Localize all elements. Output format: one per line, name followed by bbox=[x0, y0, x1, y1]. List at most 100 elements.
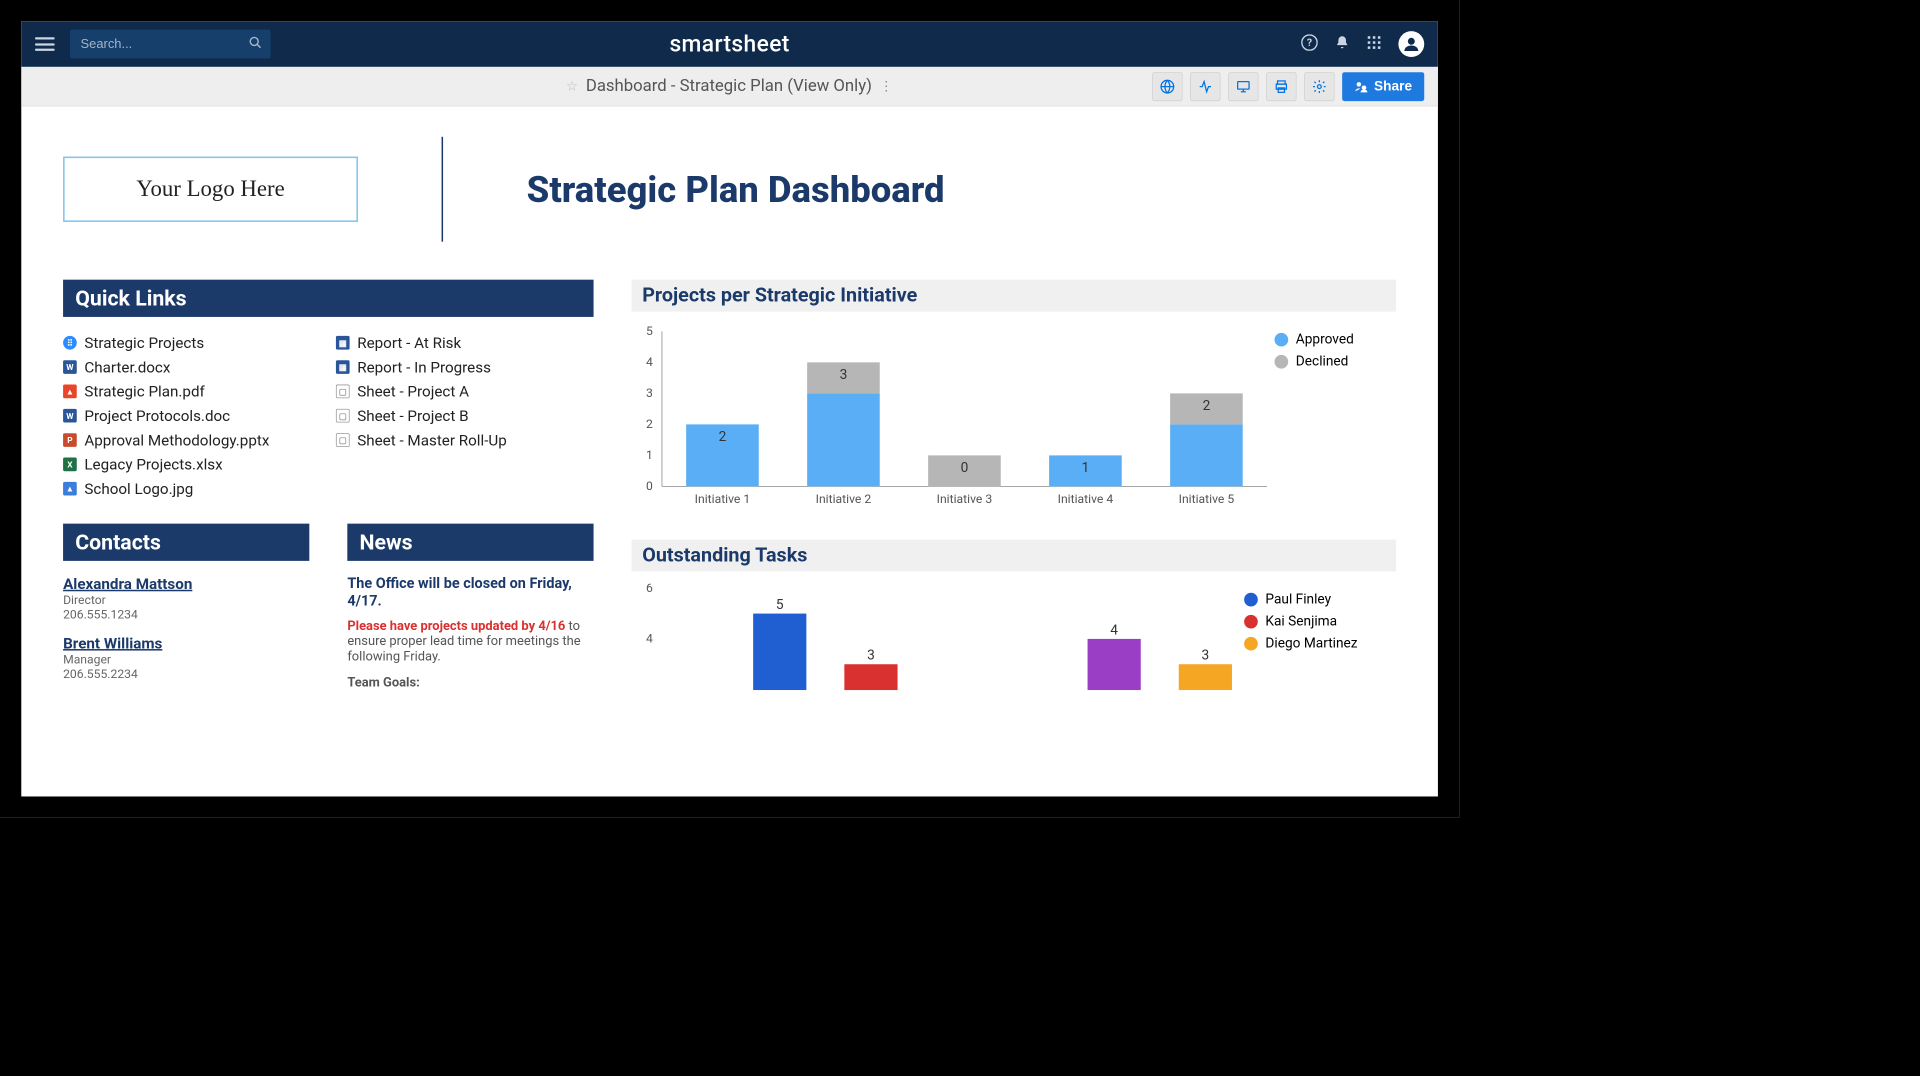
contact-item: Brent WilliamsManager206.555.2234 bbox=[63, 634, 309, 681]
file-icon: ▢ bbox=[336, 433, 350, 447]
globe-button[interactable] bbox=[1152, 72, 1182, 101]
quick-link-item[interactable]: XLegacy Projects.xlsx bbox=[63, 452, 321, 476]
quick-link-label: Sheet - Master Roll-Up bbox=[357, 431, 507, 449]
svg-text:Initiative 1: Initiative 1 bbox=[695, 492, 751, 506]
quick-link-item[interactable]: ▢ Sheet - Master Roll-Up bbox=[336, 428, 594, 452]
search-box[interactable] bbox=[70, 30, 271, 59]
menu-icon[interactable] bbox=[35, 37, 55, 51]
file-icon: W bbox=[63, 360, 77, 374]
svg-text:2: 2 bbox=[646, 417, 653, 431]
legend-item: Approved bbox=[1275, 331, 1397, 347]
svg-text:4: 4 bbox=[646, 632, 653, 646]
news-goals-label: Team Goals: bbox=[347, 675, 593, 690]
star-icon[interactable]: ☆ bbox=[566, 78, 578, 94]
news-alert: Please have projects updated by 4/16 bbox=[347, 619, 565, 634]
quick-link-item[interactable]: WCharter.docx bbox=[63, 355, 321, 379]
quick-link-item[interactable]: ▲School Logo.jpg bbox=[63, 477, 321, 501]
logo-placeholder: Your Logo Here bbox=[63, 157, 358, 222]
svg-text:3: 3 bbox=[867, 648, 875, 664]
legend-item: Paul Finley bbox=[1244, 591, 1396, 607]
svg-text:4: 4 bbox=[646, 355, 653, 369]
contact-item: Alexandra MattsonDirector206.555.1234 bbox=[63, 575, 309, 622]
contact-phone: 206.555.1234 bbox=[63, 607, 309, 621]
settings-button[interactable] bbox=[1304, 72, 1334, 101]
quick-link-item[interactable]: PApproval Methodology.pptx bbox=[63, 428, 321, 452]
file-icon: ▦ bbox=[336, 360, 350, 374]
file-icon: ▢ bbox=[336, 409, 350, 423]
quick-links-title: Quick Links bbox=[63, 280, 593, 317]
quick-link-item[interactable]: ▢ Sheet - Project B bbox=[336, 404, 594, 428]
quick-link-label: Sheet - Project B bbox=[357, 407, 468, 425]
svg-text:1: 1 bbox=[1082, 460, 1090, 476]
share-label: Share bbox=[1374, 78, 1412, 94]
quick-link-item[interactable]: ▦ Report - At Risk bbox=[336, 331, 594, 355]
search-icon[interactable] bbox=[249, 35, 263, 52]
print-button[interactable] bbox=[1266, 72, 1296, 101]
quick-link-label: Legacy Projects.xlsx bbox=[84, 455, 222, 473]
quick-link-item[interactable]: ▦ Report - In Progress bbox=[336, 355, 594, 379]
quick-link-label: School Logo.jpg bbox=[84, 480, 193, 498]
file-icon: ▢ bbox=[336, 385, 350, 399]
quick-link-label: Strategic Projects bbox=[84, 334, 204, 352]
svg-text:Initiative 4: Initiative 4 bbox=[1058, 492, 1114, 506]
more-icon[interactable]: ⋮ bbox=[880, 78, 894, 94]
svg-text:Initiative 2: Initiative 2 bbox=[816, 492, 872, 506]
svg-text:?: ? bbox=[1307, 36, 1312, 49]
quick-link-label: Sheet - Project A bbox=[357, 382, 469, 400]
news-body: Please have projects updated by 4/16 to … bbox=[347, 619, 593, 665]
contact-name[interactable]: Brent Williams bbox=[63, 634, 309, 652]
svg-text:0: 0 bbox=[646, 479, 653, 493]
sub-header: ☆ Dashboard - Strategic Plan (View Only)… bbox=[21, 67, 1438, 107]
chart1-legend: Approved Declined bbox=[1275, 324, 1397, 509]
svg-text:4: 4 bbox=[1110, 622, 1118, 638]
quick-link-label: Project Protocols.doc bbox=[84, 407, 230, 425]
legend-item: Declined bbox=[1275, 353, 1397, 369]
divider bbox=[442, 137, 444, 242]
contact-name[interactable]: Alexandra Mattson bbox=[63, 575, 309, 593]
svg-text:2: 2 bbox=[1203, 398, 1211, 414]
chart1: 0 1 2 3 4 5 2 Initiative 1 3 Initiative 2 0 Initiat… bbox=[632, 324, 1275, 509]
bell-icon[interactable] bbox=[1335, 34, 1350, 55]
news-headline: The Office will be closed on Friday, 4/1… bbox=[347, 575, 593, 610]
svg-text:5: 5 bbox=[776, 597, 784, 613]
file-icon: W bbox=[63, 409, 77, 423]
news-title: News bbox=[347, 524, 593, 561]
apps-icon[interactable] bbox=[1366, 35, 1381, 54]
quick-link-item[interactable]: ▲Strategic Plan.pdf bbox=[63, 379, 321, 403]
svg-text:Initiative 5: Initiative 5 bbox=[1179, 492, 1235, 506]
svg-text:5: 5 bbox=[646, 324, 653, 338]
legend-item: Diego Martinez bbox=[1244, 635, 1396, 651]
brand-logo: smartsheet bbox=[669, 31, 789, 58]
svg-text:3: 3 bbox=[840, 367, 848, 383]
contact-role: Manager bbox=[63, 652, 309, 666]
document-title: Dashboard - Strategic Plan (View Only) bbox=[586, 77, 872, 96]
svg-text:3: 3 bbox=[1202, 648, 1210, 664]
contact-role: Director bbox=[63, 593, 309, 607]
legend-item: Kai Senjima bbox=[1244, 613, 1396, 629]
chart2: 645343 bbox=[632, 584, 1245, 690]
svg-text:3: 3 bbox=[646, 386, 653, 400]
present-button[interactable] bbox=[1228, 72, 1258, 101]
svg-text:0: 0 bbox=[961, 460, 969, 476]
quick-link-label: Report - At Risk bbox=[357, 334, 461, 352]
svg-text:2: 2 bbox=[719, 429, 727, 445]
quick-link-item[interactable]: ⠿Strategic Projects bbox=[63, 331, 321, 355]
search-input[interactable] bbox=[81, 36, 249, 51]
svg-text:Initiative 3: Initiative 3 bbox=[937, 492, 993, 506]
quick-link-label: Strategic Plan.pdf bbox=[84, 382, 204, 400]
quick-link-item[interactable]: W Project Protocols.doc bbox=[63, 404, 321, 428]
chart2-legend: Paul Finley Kai Senjima Diego Martinez bbox=[1244, 584, 1396, 690]
svg-text:1: 1 bbox=[646, 448, 653, 462]
share-button[interactable]: Share bbox=[1342, 72, 1424, 101]
quick-link-label: Report - In Progress bbox=[357, 358, 491, 376]
top-nav: smartsheet ? bbox=[21, 21, 1438, 67]
file-icon: ▦ bbox=[336, 336, 350, 350]
help-icon[interactable]: ? bbox=[1301, 34, 1318, 55]
contact-phone: 206.555.2234 bbox=[63, 667, 309, 681]
quick-link-item[interactable]: ▢ Sheet - Project A bbox=[336, 379, 594, 403]
quick-link-label: Approval Methodology.pptx bbox=[84, 431, 269, 449]
avatar[interactable] bbox=[1398, 31, 1424, 57]
chart2-title: Outstanding Tasks bbox=[642, 544, 1385, 567]
page-title: Strategic Plan Dashboard bbox=[527, 168, 945, 211]
activity-button[interactable] bbox=[1190, 72, 1220, 101]
